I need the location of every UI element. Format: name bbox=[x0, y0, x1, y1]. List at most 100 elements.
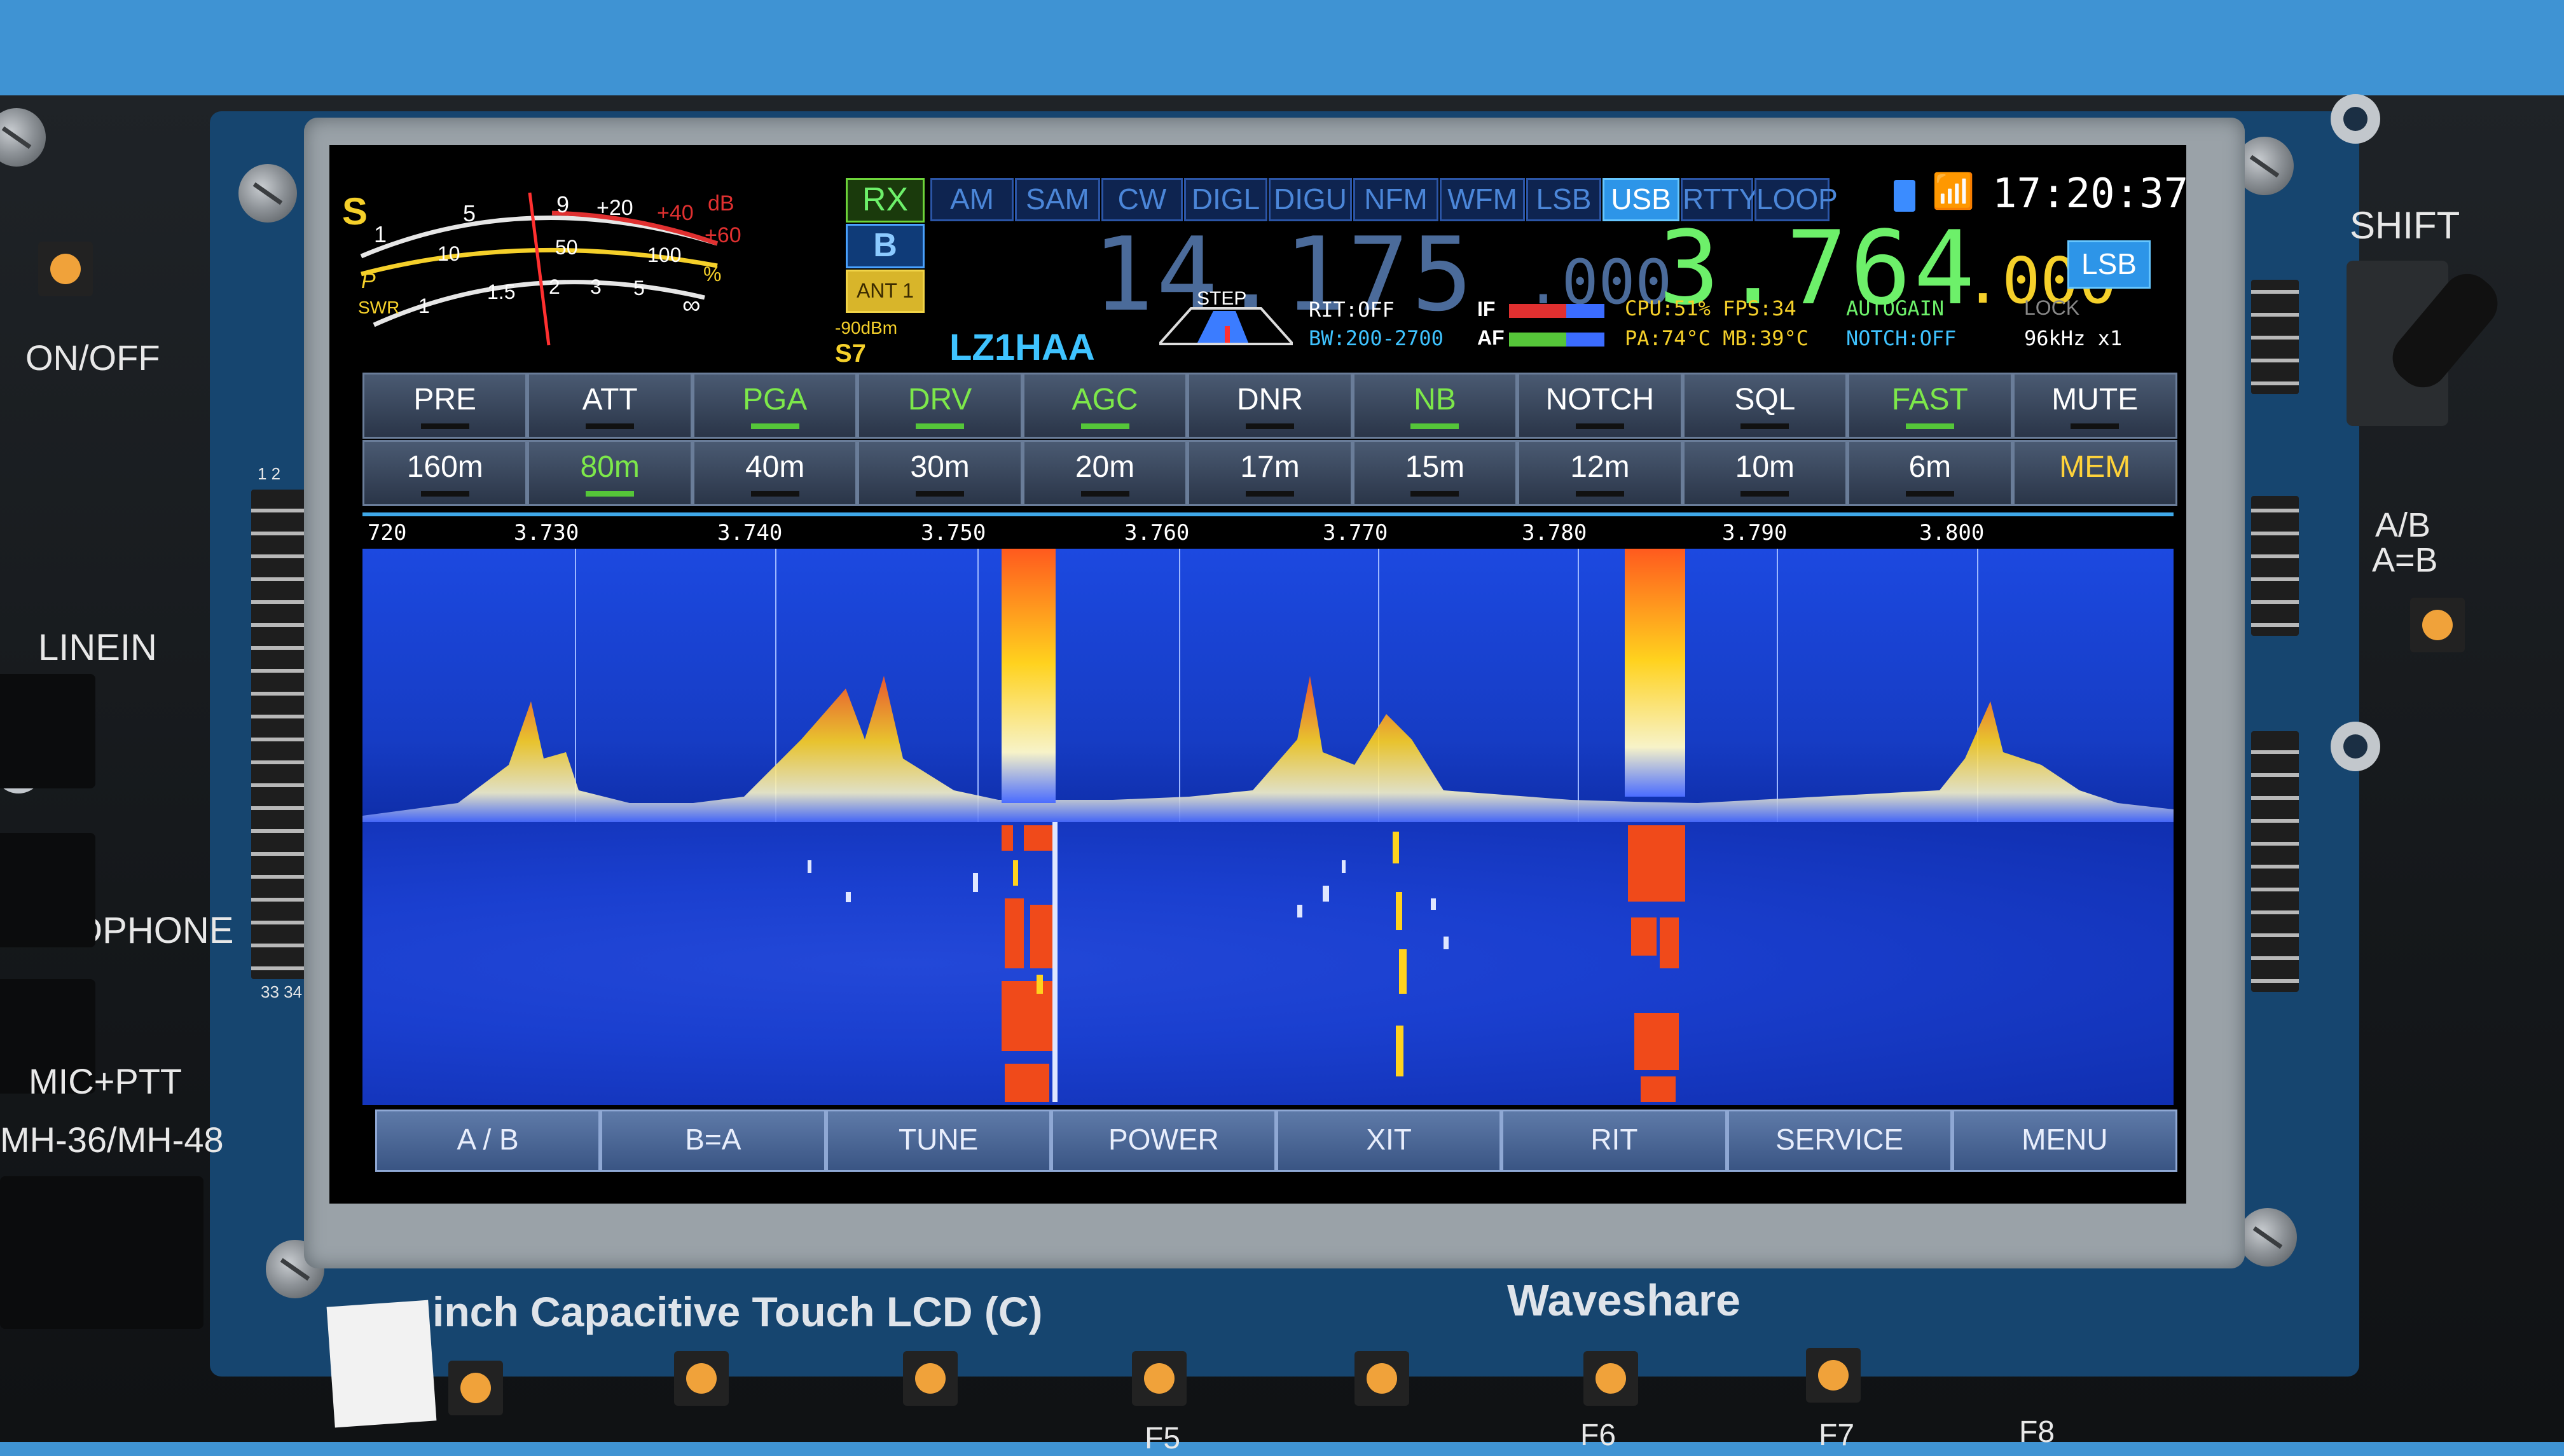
func-nb-button[interactable]: NB bbox=[1352, 373, 1518, 439]
func-button-label: FAST bbox=[1891, 383, 1968, 416]
lcd-screen[interactable]: S 1 5 9 +20 +40 +60 dB 10 50 100 P % SWR… bbox=[329, 145, 2186, 1204]
band-button-label: 6m bbox=[1908, 450, 1952, 484]
func-att-button[interactable]: ATT bbox=[527, 373, 693, 439]
band-state-indicator bbox=[420, 491, 469, 497]
a-eq-b-label: A=B bbox=[2372, 541, 2438, 579]
band-160m-button[interactable]: 160m bbox=[362, 440, 528, 506]
meter-tick: 5 bbox=[463, 200, 476, 226]
spectrum-panel[interactable] bbox=[362, 549, 2174, 822]
func-dnr-button[interactable]: DNR bbox=[1187, 373, 1353, 439]
service-button[interactable]: SERVICE bbox=[1727, 1109, 1952, 1172]
vfo-indicator[interactable]: B bbox=[846, 224, 925, 268]
band-state-indicator bbox=[1080, 491, 1129, 497]
band-20m-button[interactable]: 20m bbox=[1022, 440, 1188, 506]
lcd-product-label: inch Capacitive Touch LCD (C) bbox=[432, 1288, 1043, 1335]
ab-button[interactable] bbox=[2410, 598, 2465, 652]
band-30m-button[interactable]: 30m bbox=[857, 440, 1023, 506]
scale-tick-label: 3.760 bbox=[1124, 520, 1190, 546]
shift-label: SHIFT bbox=[2350, 204, 2460, 247]
rit-button[interactable]: RIT bbox=[1501, 1109, 1727, 1172]
func-notch-button[interactable]: NOTCH bbox=[1517, 373, 1683, 439]
if-label: IF bbox=[1477, 298, 1496, 320]
pin-header-right bbox=[2251, 496, 2299, 636]
power-tick: 50 bbox=[555, 236, 578, 259]
band-40m-button[interactable]: 40m bbox=[692, 440, 858, 506]
scale-tick-label: 3.800 bbox=[1919, 520, 1985, 546]
bandwidth[interactable]: BW:200-2700 bbox=[1309, 326, 1444, 350]
pa-mb-temps: PA:74°C MB:39°C bbox=[1625, 326, 1809, 350]
func-button-label: DRV bbox=[907, 383, 972, 416]
xit-button[interactable]: XIT bbox=[1276, 1109, 1502, 1172]
if-gain-bar[interactable] bbox=[1509, 304, 1604, 318]
front-button-f8[interactable] bbox=[1806, 1348, 1861, 1403]
band-state-indicator bbox=[1575, 491, 1624, 497]
band-button-label: 12m bbox=[1570, 450, 1630, 484]
front-button-f6[interactable] bbox=[1354, 1351, 1409, 1406]
band-button-label: 160m bbox=[406, 450, 483, 484]
tune-button[interactable]: TUNE bbox=[825, 1109, 1051, 1172]
func-drv-button[interactable]: DRV bbox=[857, 373, 1023, 439]
func-sql-button[interactable]: SQL bbox=[1682, 373, 1848, 439]
front-button[interactable] bbox=[674, 1351, 729, 1406]
menu-button[interactable]: MENU bbox=[1952, 1109, 2177, 1172]
func-state-indicator bbox=[1080, 423, 1129, 429]
band-button-label: 10m bbox=[1735, 450, 1795, 484]
band-80m-button[interactable]: 80m bbox=[527, 440, 693, 506]
func-pre-button[interactable]: PRE bbox=[362, 373, 528, 439]
band-state-indicator bbox=[1410, 491, 1459, 497]
band-mem-button[interactable]: MEM bbox=[2012, 440, 2177, 506]
sample-rate: 96kHz x1 bbox=[2024, 326, 2123, 350]
s-reading: S7 bbox=[835, 340, 866, 367]
rx-indicator[interactable]: RX bbox=[846, 178, 925, 223]
func-mute-button[interactable]: MUTE bbox=[2012, 373, 2177, 439]
func-button-label: NOTCH bbox=[1545, 383, 1655, 416]
db-label: dB bbox=[708, 191, 734, 216]
func-state-indicator bbox=[1245, 423, 1294, 429]
mode-lsb[interactable]: LSB bbox=[1526, 178, 1601, 221]
pin-end-label: 33 34 bbox=[261, 982, 303, 1001]
band-state-indicator bbox=[1245, 491, 1294, 497]
band-17m-button[interactable]: 17m bbox=[1187, 440, 1353, 506]
band-10m-button[interactable]: 10m bbox=[1682, 440, 1848, 506]
band-button-label: 80m bbox=[580, 450, 640, 484]
clock: 17:20:37 bbox=[1992, 170, 2186, 217]
mode-sam[interactable]: SAM bbox=[1015, 178, 1100, 221]
func-pga-button[interactable]: PGA bbox=[692, 373, 858, 439]
pin-header-left bbox=[251, 490, 308, 979]
on-off-label: ON/OFF bbox=[25, 338, 160, 378]
band-6m-button[interactable]: 6m bbox=[1847, 440, 2013, 506]
on-off-button[interactable] bbox=[38, 242, 93, 296]
front-button[interactable] bbox=[448, 1361, 503, 1415]
active-mode-badge[interactable]: LSB bbox=[2067, 240, 2151, 289]
func-button-label: NB bbox=[1414, 383, 1456, 416]
front-button-f5[interactable] bbox=[1132, 1351, 1187, 1406]
scale-tick-label: 3.750 bbox=[921, 520, 986, 546]
scale-line bbox=[362, 512, 2174, 516]
func-button-label: AGC bbox=[1072, 383, 1138, 416]
front-button[interactable] bbox=[903, 1351, 958, 1406]
antenna-indicator[interactable]: ANT 1 bbox=[846, 270, 925, 313]
band-button-label: 15m bbox=[1405, 450, 1465, 484]
lcd-screw-icon bbox=[2238, 1208, 2297, 1267]
af-gain-bar[interactable] bbox=[1509, 333, 1604, 347]
headphone-jack bbox=[0, 833, 95, 947]
mount-hole bbox=[2331, 722, 2380, 771]
mic-model-label: MH-36/MH-48 bbox=[0, 1120, 224, 1160]
line-in-jack bbox=[0, 674, 95, 788]
func-agc-button[interactable]: AGC bbox=[1022, 373, 1188, 439]
mode-am[interactable]: AM bbox=[930, 178, 1014, 221]
a-b-button[interactable]: A / B bbox=[375, 1109, 601, 1172]
b-a-button[interactable]: B=A bbox=[600, 1109, 826, 1172]
waterfall-panel[interactable] bbox=[362, 822, 2174, 1105]
band-12m-button[interactable]: 12m bbox=[1517, 440, 1683, 506]
pin-header-right bbox=[2251, 731, 2299, 992]
power-button[interactable]: POWER bbox=[1051, 1109, 1276, 1172]
step-indicator-icon[interactable] bbox=[1156, 307, 1296, 345]
notch-status: NOTCH:OFF bbox=[1846, 326, 1957, 350]
func-button-label: PGA bbox=[742, 383, 808, 416]
band-15m-button[interactable]: 15m bbox=[1352, 440, 1518, 506]
sd-card-icon bbox=[1894, 180, 1915, 212]
lock-status[interactable]: LOCK bbox=[2024, 296, 2079, 320]
front-button-f7[interactable] bbox=[1583, 1351, 1638, 1406]
func-fast-button[interactable]: FAST bbox=[1847, 373, 2013, 439]
